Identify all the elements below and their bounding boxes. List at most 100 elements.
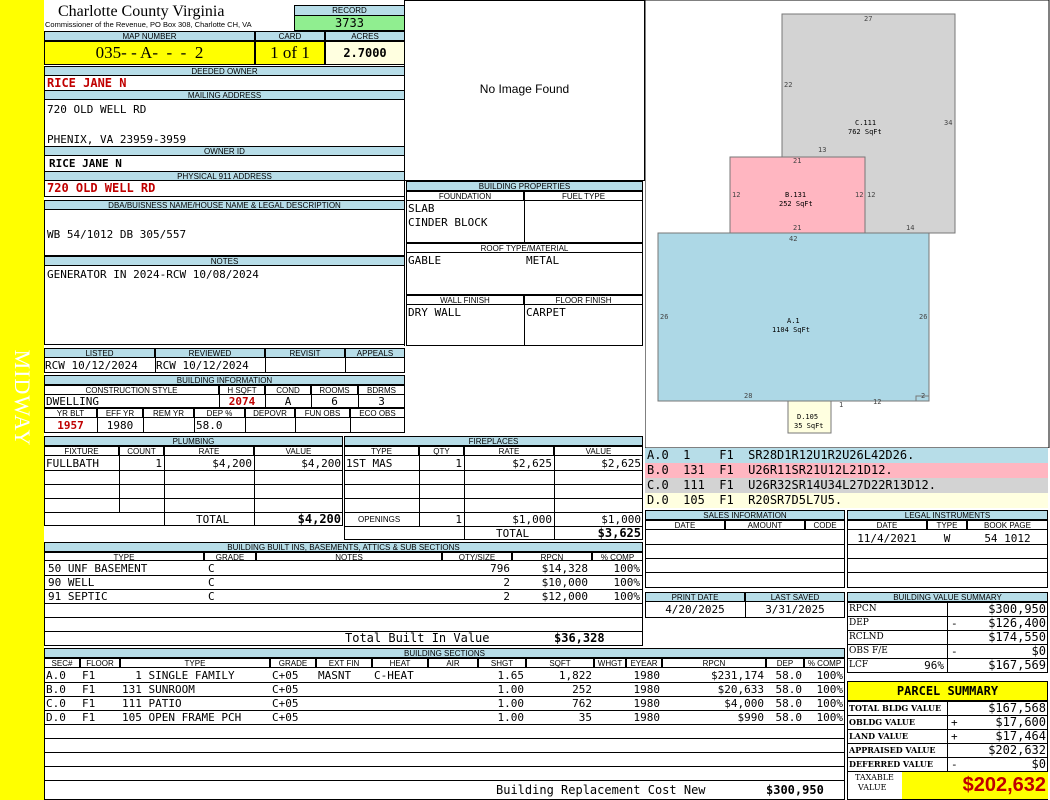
parcel-value: $202,632 (988, 743, 1046, 757)
value-summary-title: BUILDING VALUE SUMMARY (847, 592, 1048, 602)
physical-address: 720 OLD WELL RD (47, 181, 156, 195)
value-summary-value: $174,550 (988, 630, 1046, 644)
plumbing-row0-rate: $4,200 (212, 457, 252, 470)
cond-label: COND (265, 385, 311, 395)
dep-label: DEP % (194, 408, 245, 418)
a-b2: 1 (839, 401, 844, 409)
builtin-cell: 100% (613, 562, 641, 575)
section-cell: 58.0 (775, 711, 803, 724)
listed-value: RCW 10/12/2024 (45, 359, 138, 372)
parcel-value: $167,568 (988, 701, 1046, 715)
bdrms-value: 3 (378, 395, 385, 408)
legal-h2: BOOK PAGE (967, 520, 1048, 530)
print-date: 4/20/2025 (665, 603, 725, 616)
card-label: CARD (255, 31, 325, 41)
section-header: RPCN (662, 658, 766, 668)
dba-label: DBA/BUISNESS NAME/HOUSE NAME & LEGAL DES… (44, 200, 405, 210)
parcel-label: LAND VALUE (849, 731, 908, 741)
value-summary-label: RCLND (849, 632, 884, 642)
a-top: 42 (789, 235, 798, 243)
sketch-vector-row: D.0 105 F1 R20SR7D5L7U5. (645, 493, 1048, 508)
remyr-label: REM YR (143, 408, 194, 418)
builtins-title: BUILDING BUILT INS, BASEMENTS, ATTICS & … (44, 542, 643, 552)
foundation-label: FOUNDATION (406, 191, 524, 201)
section-header: GRADE (270, 658, 316, 668)
owner-id-label: OWNER ID (44, 146, 405, 156)
acres-value: 2.7000 (325, 41, 405, 65)
section-header: SHGT (478, 658, 526, 668)
mailing-label: MAILING ADDRESS (44, 90, 405, 100)
section-cell: A.0 (46, 669, 66, 682)
section-cell: 1980 (633, 683, 661, 696)
hsqft-value: 2074 (228, 395, 256, 408)
builtin-cell: 100% (613, 590, 641, 603)
a-b4: 2 (921, 392, 926, 400)
section-header: DEP (766, 658, 804, 668)
builtin-cell: $10,000 (541, 576, 588, 589)
section-cell: C.0 (46, 697, 66, 710)
section-cell: 1980 (633, 669, 661, 682)
floor-finish: CARPET (526, 306, 566, 319)
parcel-value: $17,600 (995, 715, 1046, 729)
builtin-cell: 50 UNF BASEMENT (48, 562, 148, 575)
rooms-label: ROOMS (311, 385, 358, 395)
cond-value: A (284, 395, 292, 408)
bi-h0: TYPE (44, 552, 204, 561)
wall-finish: DRY WALL (408, 306, 461, 319)
district-label: MIDWAY (10, 349, 35, 447)
last-saved-label: LAST SAVED (745, 592, 845, 602)
parcel-label: APPRAISED VALUE (849, 745, 936, 755)
notes-text: GENERATOR IN 2024-RCW 10/08/2024 (47, 268, 259, 281)
plumbing-total: $4,200 (297, 512, 341, 526)
b-left: 12 (732, 191, 741, 199)
section-header: SQFT (526, 658, 594, 668)
c-b2: 14 (906, 224, 915, 232)
a-bottom: 28 (744, 392, 753, 400)
section-cell: F1 (82, 669, 96, 682)
section-cell: 1 SINGLE FAMILY (122, 669, 235, 682)
roof-material: METAL (526, 254, 560, 267)
section-cell: C-HEAT (374, 669, 414, 682)
section-cell: C+05 (272, 683, 299, 696)
section-cell: F1 (82, 683, 96, 696)
c-right: 34 (944, 119, 953, 127)
section-cell: 105 OPEN FRAME PCH (122, 711, 242, 724)
builtin-cell: 90 WELL (48, 576, 95, 589)
parcel-label: DEFERRED VALUE (849, 759, 933, 769)
plumbing-title: PLUMBING (44, 436, 343, 446)
revisit-label: REVISIT (265, 348, 345, 358)
section-cell: 100% (816, 697, 844, 710)
value-summary-label: DEP (849, 618, 869, 628)
section-cell: 131 SUNROOM (122, 683, 195, 696)
building-info-title: BUILDING INFORMATION (44, 375, 405, 385)
builtins-total: $36,328 (554, 631, 605, 645)
style-label: CONSTRUCTION STYLE (44, 385, 219, 395)
section-cell: 1.65 (497, 669, 525, 682)
plumbing-row0-count: 1 (155, 457, 162, 470)
value-summary-value: $126,400 (988, 616, 1046, 630)
roof-type: GABLE (408, 254, 442, 267)
a-b3: 12 (873, 398, 882, 406)
section-cell: $990 (737, 711, 765, 724)
card-number: 1 of 1 (255, 41, 325, 65)
dep-value: 58.0 (196, 419, 223, 432)
c-b1: 13 (818, 146, 827, 154)
b-top: 21 (793, 157, 802, 165)
fire-h3: VALUE (554, 446, 643, 456)
fire-row0-type: 1ST MAS (346, 457, 393, 470)
openings-label: OPENINGS (358, 515, 401, 524)
section-cell: 1.00 (497, 711, 525, 724)
section-cell: C+05 (272, 711, 299, 724)
b-bottom: 21 (793, 224, 802, 232)
section-header: WHGT (594, 658, 626, 668)
legal-h0: DATE (847, 520, 927, 530)
builtin-cell: 796 (490, 562, 510, 575)
section-cell: 1.00 (497, 683, 525, 696)
a-area: 1104 SqFt (772, 326, 810, 334)
legal-row0-type: W (943, 532, 951, 545)
fire-row0-value: $2,625 (601, 457, 641, 470)
openings-value: $1,000 (601, 513, 641, 526)
builtin-cell: 2 (503, 576, 510, 589)
a-code: A.1 (787, 317, 800, 325)
legal-h1: TYPE (927, 520, 967, 530)
